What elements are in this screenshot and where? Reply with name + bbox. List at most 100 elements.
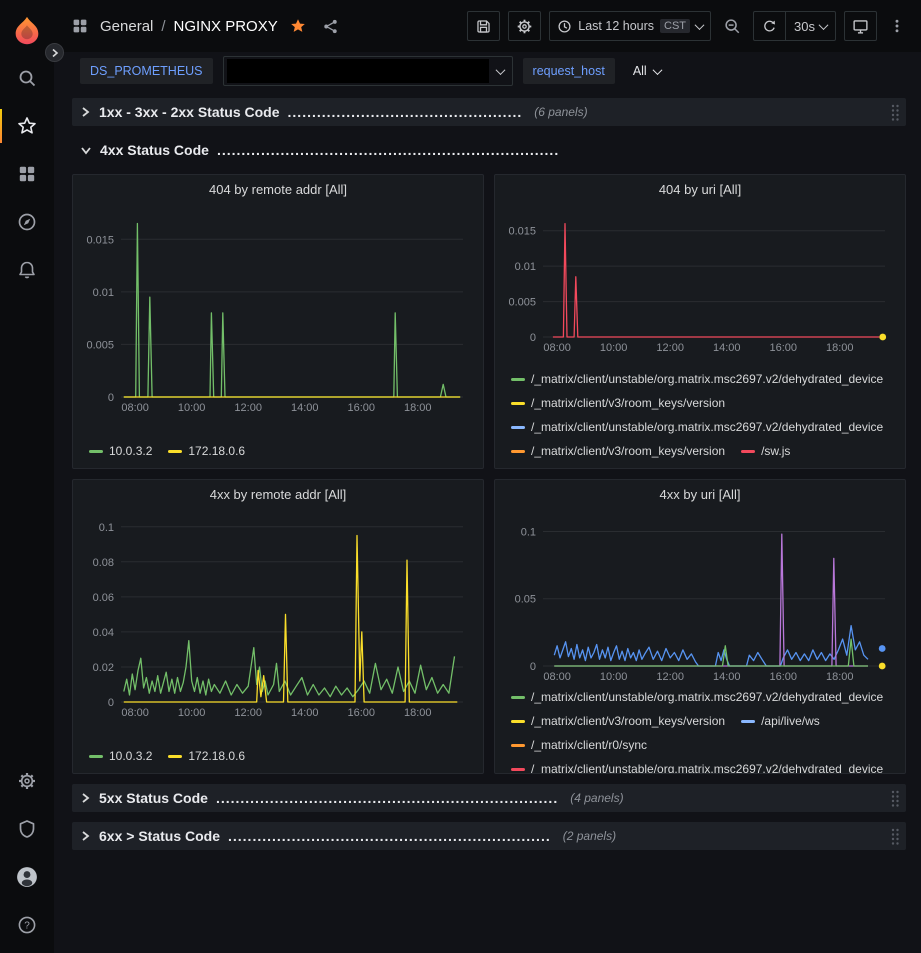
sidebar-item-dashboards[interactable] xyxy=(0,150,54,198)
legend-label: 172.18.0.6 xyxy=(188,440,245,462)
legend-item[interactable]: /_matrix/client/unstable/org.matrix.msc2… xyxy=(511,758,883,774)
legend-item[interactable]: 10.0.3.2 xyxy=(89,745,152,767)
legend-item[interactable]: /sw.js xyxy=(741,440,790,462)
dashboard-settings-button[interactable] xyxy=(508,11,541,41)
dashboard-content: 1xx - 3xx - 2xx Status Code ............… xyxy=(54,90,921,953)
svg-text:14:00: 14:00 xyxy=(713,342,741,354)
row-drag-handle[interactable] xyxy=(890,827,900,845)
chevron-right-icon xyxy=(80,106,91,118)
dashboard-topbar: General / NGINX PROXY xyxy=(54,0,921,52)
time-range-picker[interactable]: Last 12 hours CST xyxy=(549,11,711,41)
chart-canvas[interactable]: 00.0050.010.01508:0010:0012:0014:0016:00… xyxy=(75,203,477,415)
legend-label: 172.18.0.6 xyxy=(188,745,245,767)
panel-title[interactable]: 4xx by uri [All] xyxy=(660,487,741,502)
row-drag-handle[interactable] xyxy=(890,103,900,121)
legend-item[interactable]: 10.0.3.2 xyxy=(89,440,152,462)
grafana-flame-icon xyxy=(10,14,44,48)
panel-header[interactable]: 404 by uri [All] xyxy=(495,175,905,203)
panel-4xx-by-remote-addr: 4xx by remote addr [All] 00.020.040.060.… xyxy=(72,479,484,774)
chart-canvas[interactable]: 00.020.040.060.080.108:0010:0012:0014:00… xyxy=(75,508,477,720)
star-icon xyxy=(17,116,37,136)
sidebar-expand-button[interactable] xyxy=(45,43,64,62)
row-header-4xx[interactable]: 4xx Status Code ........................… xyxy=(72,136,906,164)
legend-item[interactable]: /_matrix/client/unstable/org.matrix.msc2… xyxy=(511,368,883,390)
refresh-interval-dropdown[interactable]: 30s xyxy=(785,12,835,40)
panel-header[interactable]: 404 by remote addr [All] xyxy=(73,175,483,203)
sidebar-item-starred[interactable] xyxy=(0,102,54,150)
legend-item[interactable]: /_matrix/client/v3/room_keys/version xyxy=(511,710,725,732)
sidebar-item-server-admin[interactable] xyxy=(0,805,54,853)
panel-title[interactable]: 404 by uri [All] xyxy=(659,182,741,197)
sidebar-item-help[interactable]: ? xyxy=(0,901,54,949)
tv-mode-button[interactable] xyxy=(844,11,877,41)
sidebar-item-search[interactable] xyxy=(0,54,54,102)
zoom-out-button[interactable] xyxy=(719,13,745,39)
save-dashboard-button[interactable] xyxy=(467,11,500,41)
page-title[interactable]: NGINX PROXY xyxy=(174,18,278,35)
svg-text:18:00: 18:00 xyxy=(404,707,432,719)
breadcrumb-separator: / xyxy=(161,18,165,35)
svg-text:0.1: 0.1 xyxy=(99,522,114,534)
row-title: 1xx - 3xx - 2xx Status Code xyxy=(99,104,280,120)
row-panel-count: (2 panels) xyxy=(563,829,616,843)
svg-text:10:00: 10:00 xyxy=(178,707,206,719)
row-header-6xx[interactable]: 6xx > Status Code ......................… xyxy=(72,822,906,850)
svg-text:10:00: 10:00 xyxy=(600,342,628,354)
legend-item[interactable]: /_matrix/client/r0/sync xyxy=(511,734,647,756)
breadcrumb-folder[interactable]: General xyxy=(100,18,153,35)
host-variable-value-redacted xyxy=(227,59,489,83)
svg-text:14:00: 14:00 xyxy=(713,671,741,683)
favorite-star-button[interactable] xyxy=(286,14,310,38)
legend-item[interactable]: /_matrix/client/v3/room_keys/version xyxy=(511,440,725,462)
svg-text:14:00: 14:00 xyxy=(291,402,319,414)
panel-4xx-by-uri: 4xx by uri [All] 00.050.108:0010:0012:00… xyxy=(494,479,906,774)
svg-text:0.04: 0.04 xyxy=(93,627,114,639)
legend-label: /_matrix/client/unstable/org.matrix.msc2… xyxy=(531,758,883,774)
shield-icon xyxy=(17,819,37,839)
kebab-menu-button[interactable] xyxy=(885,13,909,39)
sidebar-item-profile[interactable] xyxy=(0,853,54,901)
panel-legend: /_matrix/client/unstable/org.matrix.msc2… xyxy=(495,684,905,774)
row-drag-handle[interactable] xyxy=(890,789,900,807)
legend-item[interactable]: /api/live/ws xyxy=(741,710,820,732)
star-filled-icon xyxy=(290,18,306,34)
datasource-variable-label[interactable]: DS_PROMETHEUS xyxy=(80,58,213,84)
request-host-variable-dropdown[interactable]: All xyxy=(625,58,669,84)
panel-title[interactable]: 4xx by remote addr [All] xyxy=(210,487,347,502)
legend-item[interactable]: /_matrix/client/unstable/org.matrix.msc2… xyxy=(511,686,883,708)
legend-item[interactable]: /_matrix/client/unstable/org.matrix.msc2… xyxy=(511,416,883,438)
legend-item[interactable]: 172.18.0.6 xyxy=(168,440,245,462)
sidebar-item-explore[interactable] xyxy=(0,198,54,246)
host-variable-dropdown[interactable] xyxy=(223,56,513,86)
legend-item[interactable]: /_matrix/client/v3/room_keys/version xyxy=(511,392,725,414)
svg-text:08:00: 08:00 xyxy=(121,707,149,719)
search-icon xyxy=(17,68,37,88)
chart-canvas[interactable]: 00.050.108:0010:0012:0014:0016:0018:00 xyxy=(497,508,899,684)
sidebar-item-settings[interactable] xyxy=(0,757,54,805)
share-icon xyxy=(322,18,339,35)
row-header-1xx-3xx-2xx[interactable]: 1xx - 3xx - 2xx Status Code ............… xyxy=(72,98,906,126)
panel-header[interactable]: 4xx by uri [All] xyxy=(495,480,905,508)
share-button[interactable] xyxy=(318,14,343,39)
legend-swatch xyxy=(511,378,525,381)
svg-text:0.005: 0.005 xyxy=(86,339,114,351)
chart-canvas[interactable]: 00.0050.010.01508:0010:0012:0014:0016:00… xyxy=(497,203,899,355)
svg-text:16:00: 16:00 xyxy=(769,342,797,354)
main-area: General / NGINX PROXY xyxy=(54,0,921,953)
kebab-icon xyxy=(889,17,905,35)
gear-icon xyxy=(17,771,37,791)
refresh-button[interactable] xyxy=(754,12,785,40)
legend-item[interactable]: 172.18.0.6 xyxy=(168,745,245,767)
svg-text:12:00: 12:00 xyxy=(234,707,262,719)
panel-title[interactable]: 404 by remote addr [All] xyxy=(209,182,347,197)
panel-header[interactable]: 4xx by remote addr [All] xyxy=(73,480,483,508)
legend-label: 10.0.3.2 xyxy=(109,440,152,462)
svg-text:16:00: 16:00 xyxy=(347,707,375,719)
chevron-right-icon xyxy=(51,48,59,58)
row-header-5xx[interactable]: 5xx Status Code ........................… xyxy=(72,784,906,812)
request-host-variable-label[interactable]: request_host xyxy=(523,58,615,84)
chevron-right-icon xyxy=(80,792,91,804)
panel-grid-4xx: 404 by remote addr [All] 00.0050.010.015… xyxy=(72,174,906,774)
svg-text:0.06: 0.06 xyxy=(93,592,114,604)
sidebar-item-alerting[interactable] xyxy=(0,246,54,294)
